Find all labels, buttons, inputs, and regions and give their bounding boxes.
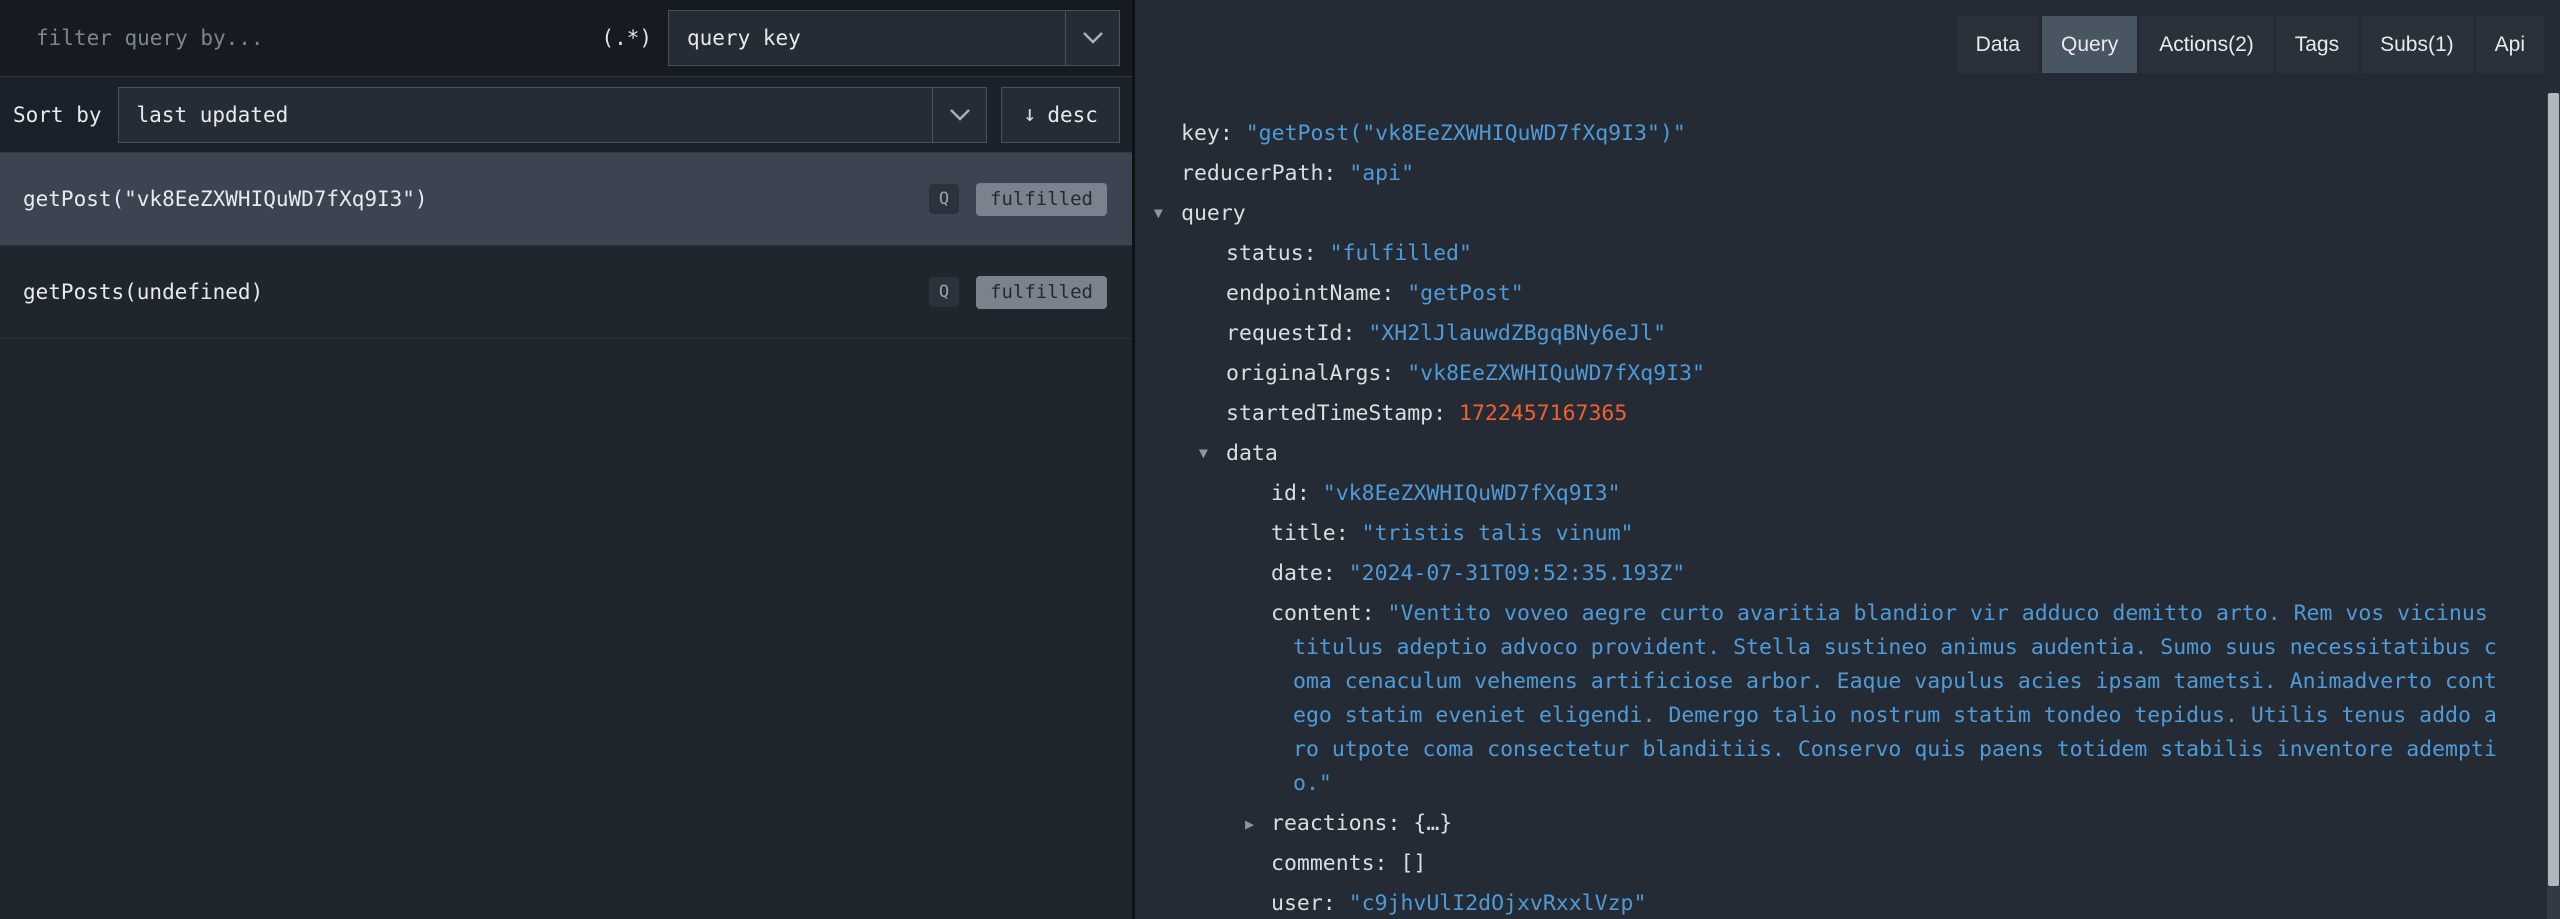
tree-value-string: "XH2lJlauwdZBgqBNy6eJl" <box>1368 321 1666 346</box>
expand-arrow-icon[interactable]: ▶ <box>1245 807 1254 841</box>
tree-node-originalArgs: originalArgs: "vk8EeZXWHIQuWD7fXq9I3" <box>1135 357 2500 391</box>
tab-query[interactable]: Query <box>2042 16 2137 73</box>
sort-bar: Sort by last updated ↓ desc <box>0 77 1132 153</box>
filter-bar: (.*) query key <box>0 0 1132 77</box>
filter-by-select[interactable]: query key <box>668 10 1120 66</box>
tab-data[interactable]: Data <box>1957 16 2039 73</box>
tree-node-status: status: "fulfilled" <box>1135 237 2500 271</box>
tree-key: data <box>1226 441 1278 466</box>
tree-value-string: "fulfilled" <box>1330 241 1472 266</box>
tree-value-string: "Ventito voveo aegre curto avaritia blan… <box>1293 601 2497 796</box>
tree-node-reducerPath: reducerPath: "api" <box>1135 157 2500 191</box>
query-list-item[interactable]: getPosts(undefined) Qfulfilled <box>0 246 1132 339</box>
tree-key: id: <box>1271 481 1310 506</box>
tree-node-id: id: "vk8EeZXWHIQuWD7fXq9I3" <box>1135 477 2500 511</box>
scrollbar-thumb[interactable] <box>2548 93 2559 886</box>
query-list-panel: (.*) query key Sort by last updated <box>0 0 1135 919</box>
tree-node-reactions[interactable]: ▶ reactions: {…} <box>1135 807 2500 841</box>
chevron-down-icon <box>1065 11 1119 65</box>
tab-actions2[interactable]: Actions(2) <box>2140 16 2273 73</box>
sort-selected-value: last updated <box>119 103 932 127</box>
tree-node-comments: comments: [] <box>1135 847 2500 881</box>
tree-value-number: 1722457167365 <box>1459 401 1627 426</box>
sort-select[interactable]: last updated <box>118 87 987 143</box>
tree-key: requestId: <box>1226 321 1355 346</box>
tab-tags[interactable]: Tags <box>2276 16 2358 73</box>
tree-key: endpointName: <box>1226 281 1394 306</box>
collapse-arrow-icon[interactable]: ▶ <box>1143 209 1177 218</box>
tree-node-date: date: "2024-07-31T09:52:35.193Z" <box>1135 557 2500 591</box>
regex-toggle-button[interactable]: (.*) <box>585 26 668 50</box>
arrow-down-icon: ↓ <box>1023 102 1036 127</box>
tree-value-string: "vk8EeZXWHIQuWD7fXq9I3" <box>1407 361 1705 386</box>
query-key-label: getPosts(undefined) <box>23 280 263 304</box>
json-tree: key: "getPost("vk8EeZXWHIQuWD7fXq9I3")" r… <box>1135 73 2560 919</box>
collapse-arrow-icon[interactable]: ▶ <box>1188 449 1222 458</box>
row-badges: Qfulfilled <box>929 183 1107 216</box>
status-badge: fulfilled <box>976 276 1107 309</box>
tree-value-string: "tristis talis vinum" <box>1362 521 1634 546</box>
tree-key: startedTimeStamp: <box>1226 401 1446 426</box>
query-list: getPost("vk8EeZXWHIQuWD7fXq9I3") Qfulfill… <box>0 153 1132 919</box>
tree-key: reducerPath: <box>1181 161 1336 186</box>
tab-bar: DataQueryActions(2)TagsSubs(1)Api <box>1135 0 2560 73</box>
tree-value-string: "c9jhvUlI2dOjxvRxxlVzp" <box>1349 891 1647 916</box>
tree-key: reactions: <box>1271 811 1400 836</box>
tree-key: query <box>1181 201 1246 226</box>
tree-node-query[interactable]: ▶ query <box>1135 197 2500 231</box>
query-detail-panel: DataQueryActions(2)TagsSubs(1)Api key: "… <box>1135 0 2560 919</box>
tree-value-string: "getPost("vk8EeZXWHIQuWD7fXq9I3")" <box>1246 121 1686 146</box>
tree-node-user: user: "c9jhvUlI2dOjxvRxxlVzp" <box>1135 887 2500 919</box>
tree-node-data[interactable]: ▶ data <box>1135 437 2500 471</box>
tree-node-requestId: requestId: "XH2lJlauwdZBgqBNy6eJl" <box>1135 317 2500 351</box>
sort-by-label: Sort by <box>13 103 102 127</box>
rtk-query-devtools: (.*) query key Sort by last updated <box>0 0 2560 919</box>
tab-api[interactable]: Api <box>2476 16 2544 73</box>
tree-key: comments: <box>1271 851 1388 876</box>
tab-subs1[interactable]: Subs(1) <box>2361 16 2473 73</box>
tree-value-string: "2024-07-31T09:52:35.193Z" <box>1349 561 1686 586</box>
scrollbar[interactable] <box>2547 93 2560 919</box>
tree-node-startedTimeStamp: startedTimeStamp: 1722457167365 <box>1135 397 2500 431</box>
tree-key: content: <box>1271 601 1375 626</box>
tree-value-string: "getPost" <box>1407 281 1524 306</box>
sort-order-button[interactable]: ↓ desc <box>1001 87 1120 143</box>
tree-node-endpointName: endpointName: "getPost" <box>1135 277 2500 311</box>
tree-key: title: <box>1271 521 1349 546</box>
query-type-badge: Q <box>929 184 959 214</box>
query-key-label: getPost("vk8EeZXWHIQuWD7fXq9I3") <box>23 187 428 211</box>
query-list-item[interactable]: getPost("vk8EeZXWHIQuWD7fXq9I3") Qfulfill… <box>0 153 1132 246</box>
tree-value-array: [] <box>1400 851 1426 876</box>
tree-key: user: <box>1271 891 1336 916</box>
filter-query-input[interactable] <box>0 0 585 76</box>
sort-order-label: desc <box>1047 103 1098 127</box>
tree-node-title: title: "tristis talis vinum" <box>1135 517 2500 551</box>
tree-node-key: key: "getPost("vk8EeZXWHIQuWD7fXq9I3")" <box>1135 117 2500 151</box>
filter-by-selected-value: query key <box>669 26 1065 50</box>
chevron-down-icon <box>932 88 986 142</box>
tree-value-string: "vk8EeZXWHIQuWD7fXq9I3" <box>1323 481 1621 506</box>
tree-key: originalArgs: <box>1226 361 1394 386</box>
tree-key: status: <box>1226 241 1317 266</box>
tree-key: date: <box>1271 561 1336 586</box>
tree-value-object: {…} <box>1413 811 1452 836</box>
tree-key: key: <box>1181 121 1233 146</box>
status-badge: fulfilled <box>976 183 1107 216</box>
query-type-badge: Q <box>929 277 959 307</box>
tree-node-content: content: "Ventito voveo aegre curto avar… <box>1135 597 2500 801</box>
tree-value-string: "api" <box>1349 161 1414 186</box>
row-badges: Qfulfilled <box>929 276 1107 309</box>
